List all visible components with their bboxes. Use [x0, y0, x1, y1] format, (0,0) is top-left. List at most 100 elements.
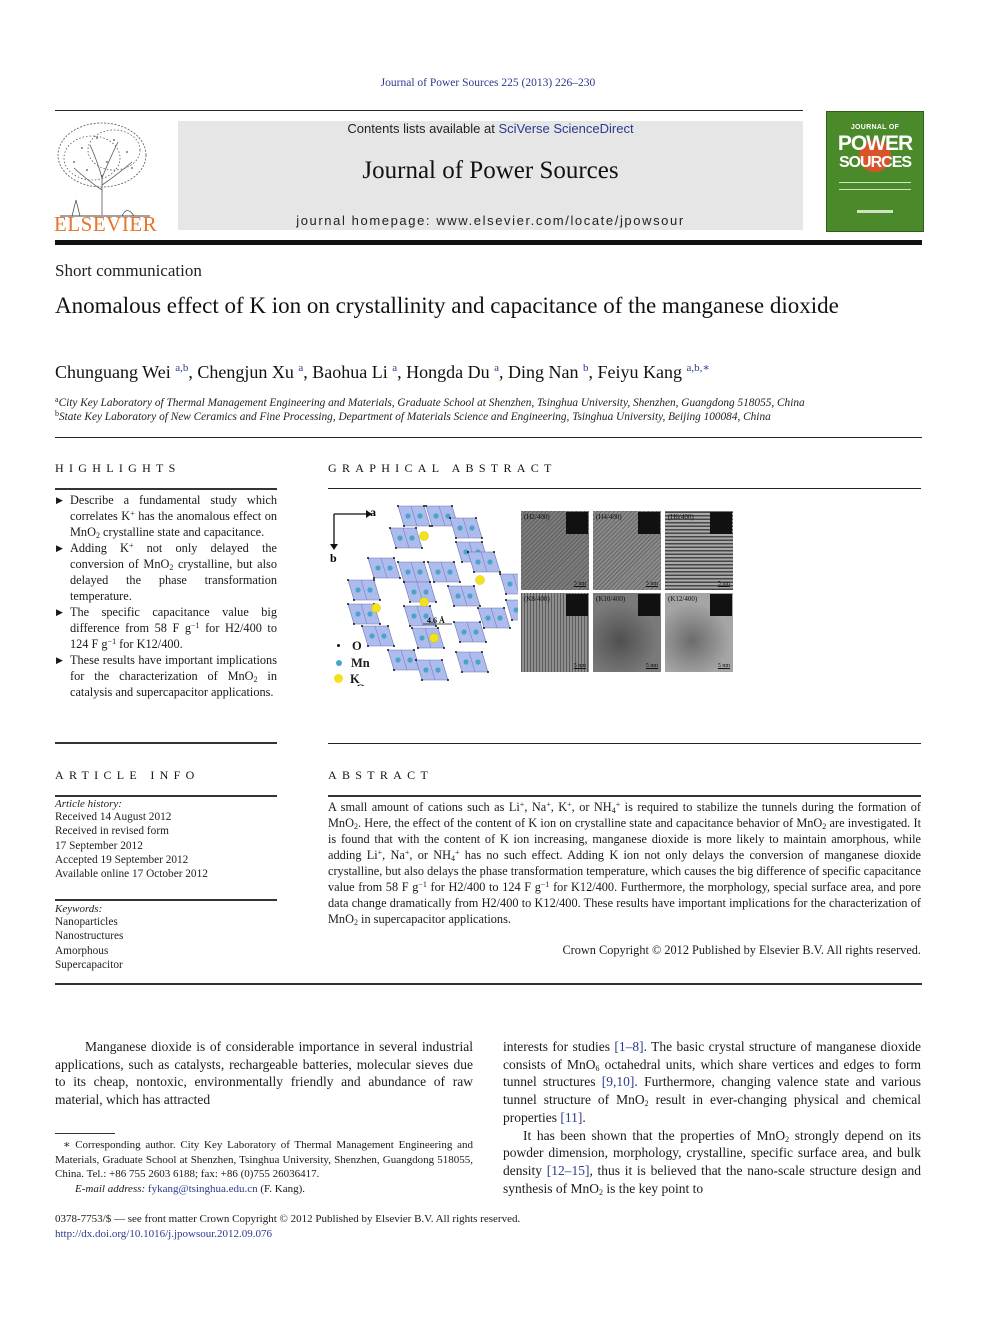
o-atom — [387, 649, 389, 651]
body-paragraph-1: Manganese dioxide is of considerable imp… — [55, 1039, 473, 1108]
mn-atom — [467, 593, 473, 599]
triangle-bullet-icon: ▶ — [56, 543, 63, 553]
article-type: Short communication — [55, 261, 202, 280]
o-atom — [393, 669, 395, 671]
o-atom — [455, 537, 457, 539]
footnote-rule — [55, 1133, 115, 1134]
mn-atom — [405, 569, 411, 575]
mn-atom — [447, 569, 453, 575]
running-head[interactable]: Journal of Power Sources 225 (2013) 226–… — [0, 77, 976, 89]
o-atom — [367, 557, 369, 559]
o-atom — [393, 645, 395, 647]
o-atom — [459, 581, 461, 583]
legend-item-mn: Mn — [332, 655, 370, 672]
email-link[interactable]: fykang@tsinghua.edu.cn — [148, 1183, 258, 1195]
abstract-text: A small amount of cations such as Li+, N… — [328, 800, 921, 927]
legend-label: K — [350, 672, 360, 686]
tem-panel: (H2/400) 5 nm — [521, 511, 589, 590]
history-list: Received 14 August 2012 Received in revis… — [55, 810, 277, 881]
keyword[interactable]: Amorphous — [55, 944, 277, 958]
tem-panel-label: (K12/400) — [668, 595, 698, 603]
author-name[interactable]: Baohua Li — [312, 362, 392, 382]
o-atom — [505, 599, 507, 601]
front-rule — [55, 983, 922, 985]
mn-atom — [455, 593, 461, 599]
o-atom — [393, 557, 395, 559]
mn-atom — [463, 659, 469, 665]
doi-link[interactable]: http://dx.doi.org/10.1016/j.jpowsour.201… — [55, 1227, 520, 1242]
body-paragraph-2: It has been shown that the properties of… — [503, 1127, 921, 1197]
keyword[interactable]: Supercapacitor — [55, 958, 277, 972]
tem-panel-label: (K10/400) — [596, 595, 626, 603]
keyword[interactable]: Nanoparticles — [55, 915, 277, 929]
mn-atom — [409, 535, 415, 541]
o-atom — [417, 647, 419, 649]
title-rule — [55, 437, 922, 438]
o-atom — [485, 641, 487, 643]
o-atom — [441, 659, 443, 661]
author-name[interactable]: Chengjun Xu — [197, 362, 298, 382]
o-atom — [423, 561, 425, 563]
highlights-rule-bottom — [55, 742, 277, 744]
highlight-text: Adding K+ not only delayed the conversio… — [70, 541, 277, 603]
highlights-heading: HIGHLIGHTS — [55, 461, 181, 475]
k-ion — [475, 575, 485, 585]
oxygen-dot-icon — [337, 644, 340, 647]
o-atom — [429, 581, 431, 583]
author-list: Chunguang Wei a,b, Chengjun Xu a, Baohua… — [55, 361, 925, 383]
o-atom — [467, 551, 469, 553]
o-atom — [499, 571, 501, 573]
axis-arrows — [330, 510, 372, 550]
legend-item-k: K — [332, 671, 370, 688]
author-affiliation-mark[interactable]: a,b — [175, 362, 188, 374]
body-paragraph-1-cont: interests for studies [1–8]. The basic c… — [503, 1039, 922, 1125]
author-affiliation-mark[interactable]: a,b,∗ — [687, 362, 710, 374]
mn-atom — [507, 581, 513, 587]
o-atom — [423, 505, 425, 507]
tunnel-size-label: 4.6 Å — [427, 616, 445, 625]
fft-inset — [638, 594, 660, 616]
mn-atom — [355, 587, 361, 593]
o-atom — [429, 525, 431, 527]
author-separator: , — [499, 362, 509, 382]
o-atom — [459, 641, 461, 643]
highlights-list: ▶ Describe a fundamental study which corr… — [55, 492, 277, 700]
highlight-text: These results have important implication… — [70, 653, 277, 699]
journal-title: Journal of Power Sources — [362, 157, 619, 184]
front-matter: 0378-7753/$ — see front matter Crown Cop… — [55, 1212, 520, 1241]
cover-publisher-mark — [857, 210, 893, 213]
o-atom — [411, 627, 413, 629]
highlight-item: ▶ The specific capacitance value big diff… — [55, 604, 277, 652]
k-ion — [419, 597, 429, 607]
body-right-column: interests for studies [1–8]. The basic c… — [503, 1038, 921, 1197]
o-atom — [415, 659, 417, 661]
sciencedirect-link[interactable]: SciVerse ScienceDirect — [498, 121, 633, 136]
mn-atom — [497, 615, 503, 621]
legend-item-o: O — [332, 638, 370, 655]
o-atom — [509, 627, 511, 629]
mn-atom — [423, 667, 429, 673]
graphical-abstract-figure: a b 4.6 Å O O Mn K (H2/400) 5 nm (H4/400) 5… — [328, 500, 736, 686]
author-name[interactable]: Ding Nan — [508, 362, 583, 382]
o-atom — [503, 607, 505, 609]
article-title: Anomalous effect of K ion on crystallini… — [55, 293, 839, 318]
article-info-rule — [55, 795, 277, 797]
o-atom — [389, 527, 391, 529]
o-atom — [421, 679, 423, 681]
author-name[interactable]: Feiyu Kang — [598, 362, 687, 382]
keyword[interactable]: Nanostructures — [55, 929, 277, 943]
tem-panel: (H4/400) 5 nm — [593, 511, 661, 590]
email-note: E-mail address: fykang@tsinghua.edu.cn (… — [75, 1182, 473, 1197]
author-name[interactable]: Chunguang Wei — [55, 362, 175, 382]
mn-atom — [395, 657, 401, 663]
tem-panel-label: (H6/400) — [668, 513, 694, 521]
cover-subtitle-lines — [839, 182, 911, 190]
tem-panel: (K8/400) 5 nm — [521, 593, 589, 672]
author-name[interactable]: Hongda Du — [406, 362, 494, 382]
cover-power: POWER — [837, 132, 913, 155]
mn-atom — [457, 525, 463, 531]
o-atom — [403, 605, 405, 607]
journal-homepage[interactable]: journal homepage: www.elsevier.com/locat… — [178, 213, 803, 228]
affiliation-b: bState Key Laboratory of New Ceramics an… — [55, 409, 771, 423]
o-atom — [483, 627, 485, 629]
